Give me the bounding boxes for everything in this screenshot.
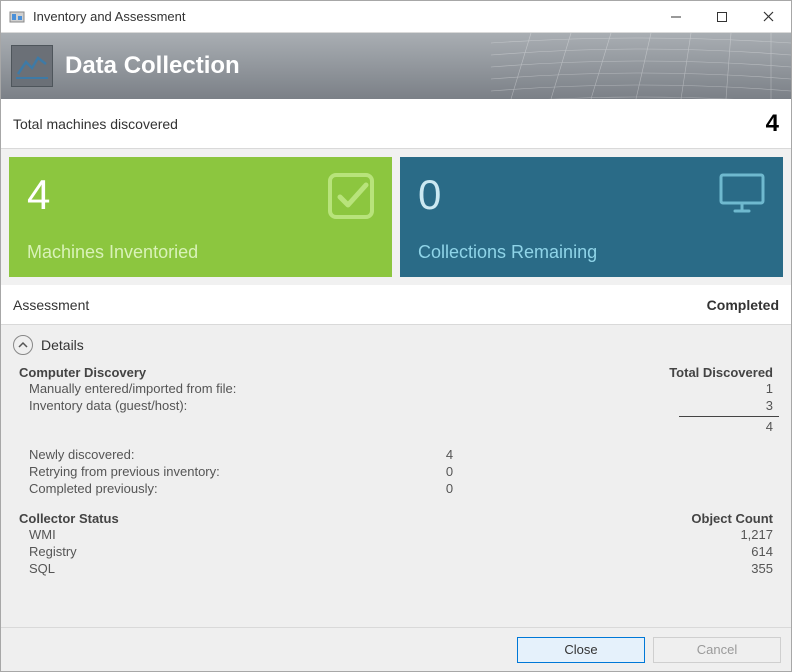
collections-remaining-label: Collections Remaining xyxy=(418,242,765,263)
total-machines-value: 4 xyxy=(766,110,779,138)
banner-title: Data Collection xyxy=(65,52,240,80)
total-discovered-label: Total Discovered xyxy=(669,365,773,380)
row-value: 614 xyxy=(453,544,773,559)
table-row: Registry 614 xyxy=(13,543,779,560)
details-toggle[interactable] xyxy=(13,335,33,355)
row-value: 4 xyxy=(416,447,453,462)
minimize-button[interactable] xyxy=(653,1,699,32)
row-label: Retrying from previous inventory: xyxy=(29,464,416,479)
banner: Data Collection xyxy=(1,33,791,99)
table-row: Retrying from previous inventory: 0 xyxy=(13,463,779,480)
chart-icon xyxy=(11,45,53,87)
object-count-label: Object Count xyxy=(691,511,773,526)
computer-discovery-title: Computer Discovery xyxy=(19,365,146,380)
cancel-button[interactable]: Cancel xyxy=(653,637,781,663)
window-title: Inventory and Assessment xyxy=(33,9,653,24)
row-value: 355 xyxy=(453,561,773,576)
row-label: Inventory data (guest/host): xyxy=(29,398,416,413)
row-label: WMI xyxy=(29,527,416,542)
computer-discovery-header: Computer Discovery Total Discovered xyxy=(13,365,779,380)
row-label: Newly discovered: xyxy=(29,447,416,462)
total-row: Total machines discovered 4 xyxy=(1,99,791,149)
discovery-sum: 4 xyxy=(13,417,779,440)
table-row: Manually entered/imported from file: 1 xyxy=(13,380,779,397)
table-row: Completed previously: 0 xyxy=(13,480,779,497)
monitor-icon xyxy=(717,171,767,220)
row-value: 1 xyxy=(453,381,773,396)
checkmark-icon xyxy=(326,171,376,226)
row-value: 1,217 xyxy=(453,527,773,542)
assessment-label: Assessment xyxy=(13,297,89,313)
details-section: Details Computer Discovery Total Discove… xyxy=(1,325,791,627)
collections-remaining-value: 0 xyxy=(418,171,765,219)
window: Inventory and Assessment xyxy=(0,0,792,672)
titlebar: Inventory and Assessment xyxy=(1,1,791,33)
total-machines-label: Total machines discovered xyxy=(13,116,178,132)
row-label: SQL xyxy=(29,561,416,576)
close-button[interactable]: Close xyxy=(517,637,645,663)
tiles-row: 4 Machines Inventoried 0 Collections Rem… xyxy=(1,149,791,285)
table-row: SQL 355 xyxy=(13,560,779,577)
collector-status-header: Collector Status Object Count xyxy=(13,511,779,526)
row-label: Manually entered/imported from file: xyxy=(29,381,416,396)
assessment-row: Assessment Completed xyxy=(1,285,791,325)
machines-inventoried-tile: 4 Machines Inventoried xyxy=(9,157,392,277)
machines-inventoried-value: 4 xyxy=(27,171,374,219)
chevron-up-icon xyxy=(18,340,28,350)
details-title: Details xyxy=(41,337,84,353)
table-row: Newly discovered: 4 xyxy=(13,446,779,463)
banner-decoration xyxy=(491,33,791,99)
close-window-button[interactable] xyxy=(745,1,791,32)
details-header: Details xyxy=(13,335,779,355)
row-label: Registry xyxy=(29,544,416,559)
window-controls xyxy=(653,1,791,32)
row-value: 0 xyxy=(416,481,453,496)
collections-remaining-tile: 0 Collections Remaining xyxy=(400,157,783,277)
machines-inventoried-label: Machines Inventoried xyxy=(27,242,374,263)
row-value: 3 xyxy=(453,398,773,413)
app-icon xyxy=(9,9,25,25)
footer: Close Cancel xyxy=(1,627,791,671)
table-row: Inventory data (guest/host): 3 xyxy=(13,397,779,414)
assessment-status: Completed xyxy=(707,297,779,313)
collector-status-title: Collector Status xyxy=(19,511,119,526)
table-row: WMI 1,217 xyxy=(13,526,779,543)
maximize-button[interactable] xyxy=(699,1,745,32)
row-value: 0 xyxy=(416,464,453,479)
row-label: Completed previously: xyxy=(29,481,416,496)
